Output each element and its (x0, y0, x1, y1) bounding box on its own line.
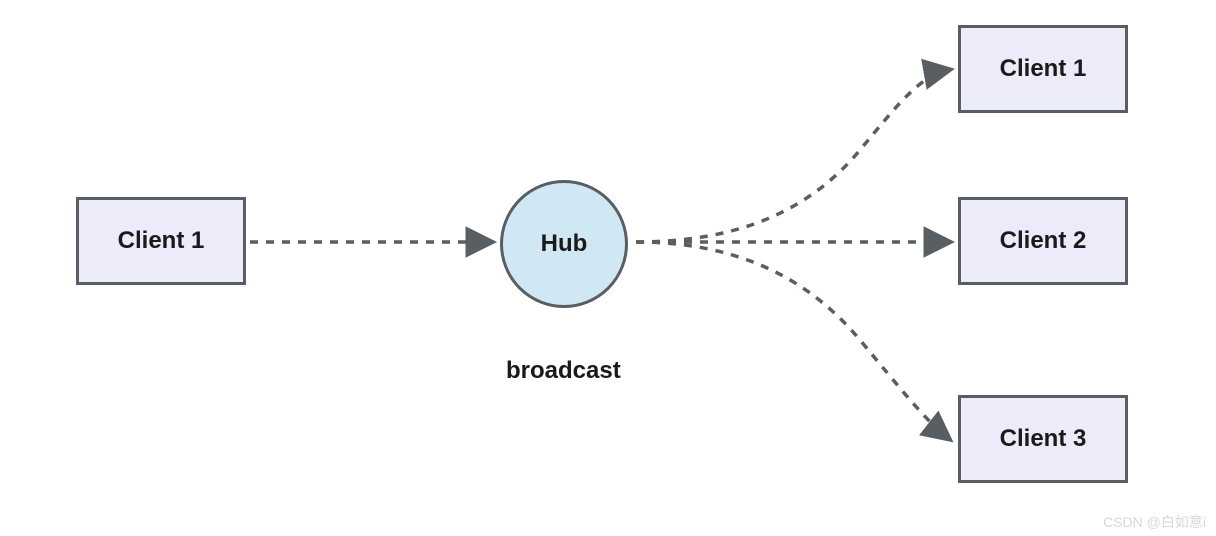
broadcast-caption: broadcast (506, 357, 621, 385)
watermark-text: CSDN @白如意i (1103, 512, 1206, 532)
target-client-3-label: Client 3 (1000, 425, 1087, 453)
hub-node: Hub (500, 180, 628, 308)
target-client-1-box: Client 1 (958, 25, 1128, 113)
target-client-1-label: Client 1 (1000, 55, 1087, 83)
arrow-hub-to-client3 (636, 242, 948, 438)
source-client-label: Client 1 (118, 227, 205, 255)
arrow-hub-to-client1 (636, 70, 948, 242)
source-client-box: Client 1 (76, 197, 246, 285)
hub-label: Hub (541, 230, 588, 258)
target-client-2-label: Client 2 (1000, 227, 1087, 255)
target-client-3-box: Client 3 (958, 395, 1128, 483)
target-client-2-box: Client 2 (958, 197, 1128, 285)
